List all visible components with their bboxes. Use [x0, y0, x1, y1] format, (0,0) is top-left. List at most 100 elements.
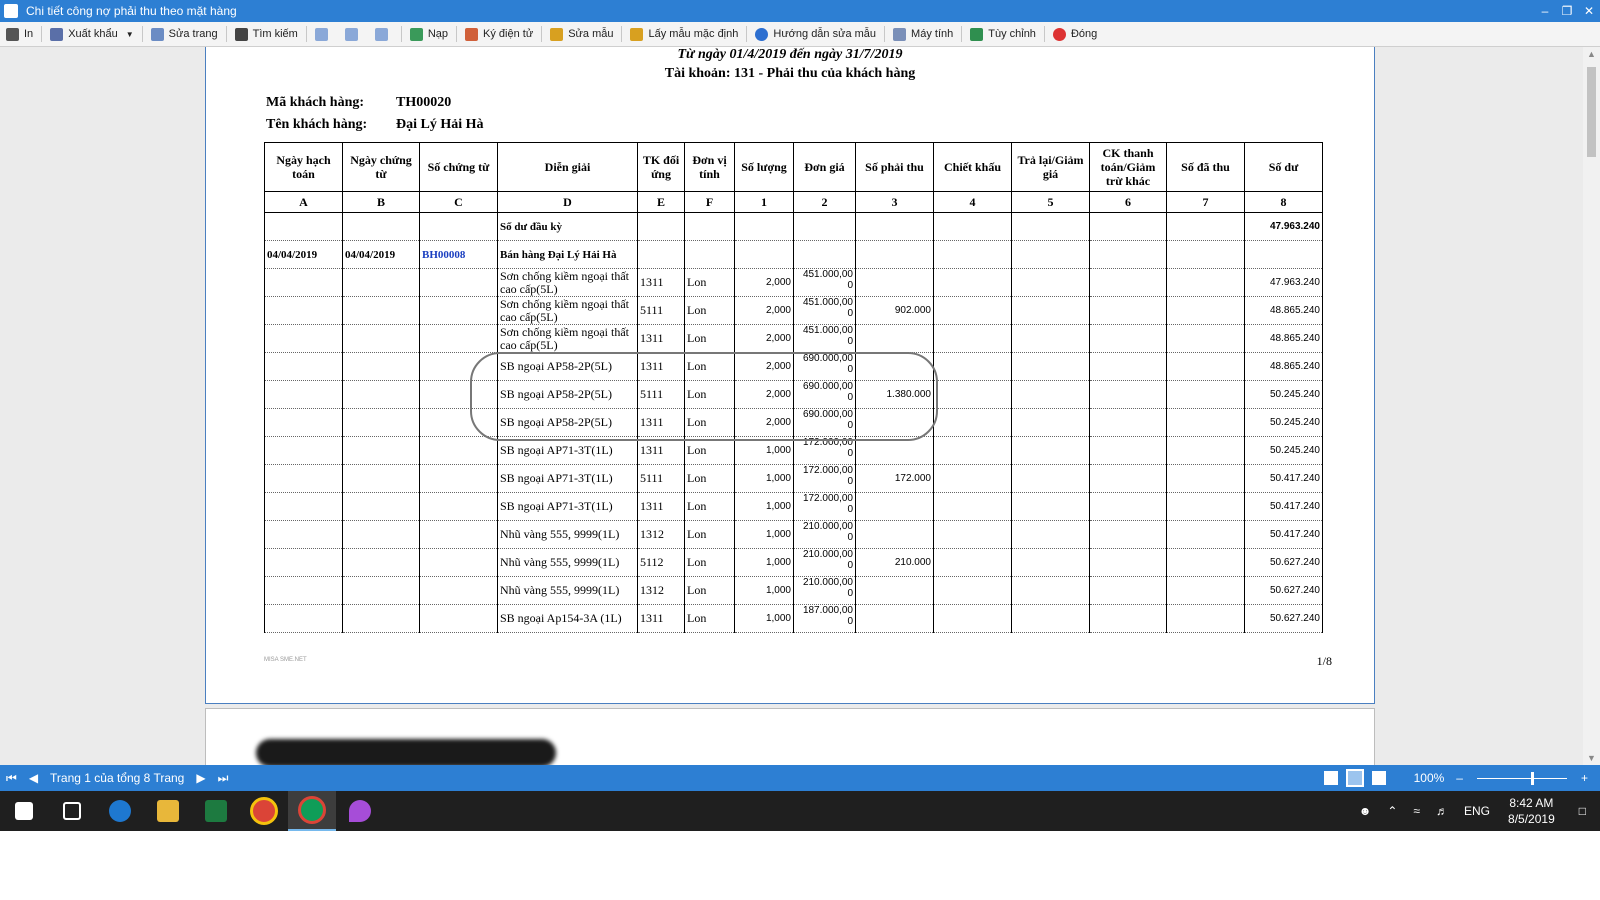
volume-icon[interactable]: ♬ [1428, 804, 1456, 818]
column-letter: 4 [933, 191, 1012, 213]
empty-cell [1166, 548, 1245, 577]
chrome-taskbar-item[interactable] [240, 791, 288, 831]
column-letter: C [419, 191, 498, 213]
people-icon[interactable]: ☻ [1351, 804, 1380, 818]
single-page-view-icon[interactable] [1323, 771, 1338, 785]
column-letter: 3 [855, 191, 934, 213]
empty-cell [1011, 268, 1090, 297]
cell-acct: 1311 [637, 436, 685, 465]
customer-name-line: Tên khách hàng: Đại Lý Hải Hà [266, 117, 484, 132]
empty-cell [1166, 464, 1245, 493]
view-single-button[interactable] [309, 23, 339, 45]
window-title: Chi tiết công nợ phải thu theo mặt hàng [26, 4, 237, 18]
empty-cell [264, 296, 343, 325]
save-icon [50, 27, 64, 41]
customize-button[interactable]: Tùy chỉnh [964, 23, 1042, 45]
cell-unit: Lon [684, 324, 735, 353]
app-icon [4, 4, 18, 18]
clock[interactable]: 8:42 AM 8/5/2019 [1498, 795, 1565, 827]
template-help-button[interactable]: Hướng dẫn sửa mẫu [749, 23, 882, 45]
restore-button[interactable]: ❐ [1556, 4, 1578, 18]
zoom-in-icon[interactable]: + [1575, 771, 1594, 785]
cell-balance: 50.245.240 [1244, 380, 1323, 409]
empty-cell [342, 520, 420, 549]
first-page-icon[interactable]: ⏮ [0, 771, 23, 786]
zoom-slider[interactable] [1476, 771, 1567, 785]
cell-qty: 2,000 [734, 324, 794, 353]
cell-receivable: 1.380.000 [855, 380, 934, 409]
empty-cell [1011, 492, 1090, 521]
close-button[interactable]: Đóng [1047, 23, 1103, 45]
edit-template-button[interactable]: Sửa mẫu [544, 23, 619, 45]
empty-cell [933, 408, 1012, 437]
scroll-thumb[interactable] [1587, 67, 1596, 157]
multi-page-view-icon[interactable] [1371, 771, 1386, 785]
edit-icon [150, 27, 164, 41]
search-button[interactable]: Tìm kiếm [229, 23, 304, 45]
voucher-link[interactable]: BH00008 [419, 240, 498, 269]
continuous-view-icon[interactable] [1345, 769, 1364, 787]
task-view-button[interactable] [48, 791, 96, 831]
view-fit-button[interactable] [339, 23, 369, 45]
cell-unit: Lon [684, 548, 735, 577]
chevron-down-icon[interactable]: ▼ [126, 30, 134, 39]
export-button[interactable]: Xuất khẩu ▼ [44, 23, 139, 45]
zoom-slider-knob[interactable] [1530, 771, 1534, 785]
notification-icon[interactable]: □ [1565, 804, 1600, 818]
cell-price: 187.000,00 0 [793, 604, 856, 633]
column-header: Số chứng từ [419, 142, 498, 192]
print-button[interactable]: In [0, 23, 39, 45]
report-viewport[interactable]: Từ ngày 01/4/2019 đến ngày 31/7/2019 Tài… [0, 47, 1600, 765]
scroll-up-icon[interactable]: ▲ [1583, 49, 1600, 59]
language-indicator[interactable]: ENG [1456, 804, 1498, 818]
column-letter: 1 [734, 191, 794, 213]
empty-cell [1089, 408, 1167, 437]
cell-qty: 1,000 [734, 520, 794, 549]
table-letter-row: ABCDEF12345678 [264, 191, 1323, 213]
start-button[interactable] [0, 791, 48, 831]
empty-cell [342, 604, 420, 633]
network-icon[interactable]: ≈ [1405, 804, 1428, 818]
edit-page-button[interactable]: Sửa trang [145, 23, 224, 45]
cell-qty: 2,000 [734, 408, 794, 437]
cell-price: 172.000,00 0 [793, 492, 856, 521]
explorer-taskbar-item[interactable] [144, 791, 192, 831]
e-sign-button[interactable]: Ký điện tử [459, 23, 539, 45]
minimize-button[interactable]: – [1534, 4, 1556, 18]
cell-unit: Lon [684, 436, 735, 465]
cell-receivable [855, 352, 934, 381]
column-letter: A [264, 191, 343, 213]
empty-cell [264, 324, 343, 353]
cell-receivable [855, 324, 934, 353]
default-template-button[interactable]: Lấy mẫu mặc định [624, 23, 744, 45]
cell-receivable [855, 268, 934, 297]
cell-unit: Lon [684, 268, 735, 297]
empty-cell [933, 576, 1012, 605]
last-page-icon[interactable]: ⏭ [212, 771, 235, 786]
edge-taskbar-item[interactable] [96, 791, 144, 831]
empty-cell [1166, 324, 1245, 353]
cell-balance: 50.627.240 [1244, 548, 1323, 577]
view-width-button[interactable] [369, 23, 399, 45]
show-hidden-icons-icon[interactable]: ⌃ [1379, 804, 1405, 818]
close-window-button[interactable]: ✕ [1578, 4, 1600, 18]
empty-cell [264, 268, 343, 297]
cell-price: 210.000,00 0 [793, 576, 856, 605]
empty-cell [419, 268, 498, 297]
vertical-scrollbar[interactable]: ▲ ▼ [1583, 47, 1600, 765]
table-row: SB ngoại Ap154-3A (1L) 1311 Lon 1,000 187.00… [264, 604, 1323, 633]
prev-page-icon[interactable]: ◀ [23, 771, 44, 785]
paint-taskbar-item[interactable] [336, 791, 384, 831]
next-page-icon[interactable]: ▶ [190, 771, 211, 785]
excel-taskbar-item[interactable] [192, 791, 240, 831]
cell-acct: 5111 [637, 296, 685, 325]
cell-acct: 1312 [637, 576, 685, 605]
load-button[interactable]: Nạp [404, 23, 454, 45]
calculator-button[interactable]: Máy tính [887, 23, 959, 45]
scroll-down-icon[interactable]: ▼ [1583, 753, 1600, 763]
table-row: SB ngoại AP71-3T(1L) 1311 Lon 1,000 172.000,… [264, 436, 1323, 465]
misa-taskbar-item[interactable] [288, 791, 336, 831]
opening-label: Số dư đầu kỳ [497, 212, 638, 241]
empty-cell [1166, 436, 1245, 465]
zoom-out-icon[interactable]: – [1450, 771, 1469, 785]
